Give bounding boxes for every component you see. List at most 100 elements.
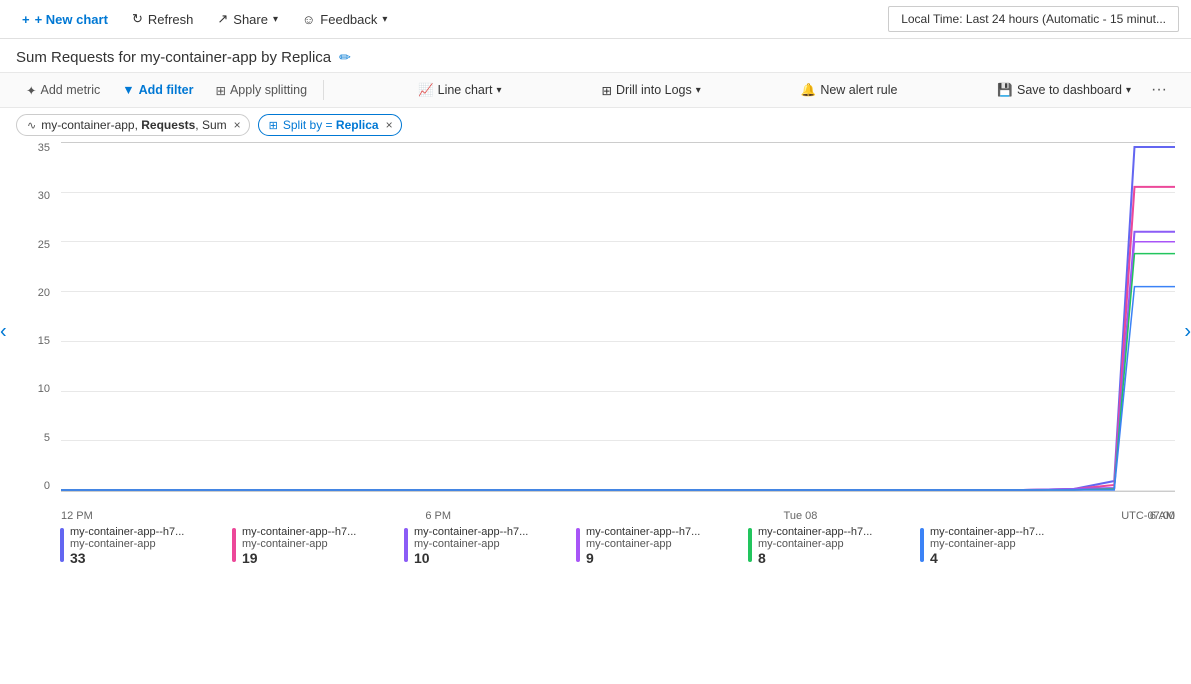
split-icon: ⊞ [215,83,225,98]
legend-sub-4: my-container-app [758,538,872,550]
y-label-15: 15 [22,335,50,347]
legend-name-3: my-container-app--h7... [586,526,700,538]
more-icon: ··· [1151,81,1167,98]
filter-tags-area: ∿ my-container-app, Requests, Sum × ⊞ Sp… [0,108,1191,142]
legend-text-0: my-container-app--h7... my-container-app… [70,526,184,566]
legend-item-3: my-container-app--h7... my-container-app… [576,526,736,566]
save-to-dashboard-button[interactable]: 💾 Save to dashboard ▾ [987,79,1141,102]
edit-icon[interactable]: ✏ [339,49,351,66]
drill-into-logs-button[interactable]: ⊞ Drill into Logs ▾ [592,79,711,102]
legend-area: my-container-app--h7... my-container-app… [0,522,1191,570]
top-toolbar: + + New chart ↻ Refresh ↗ Share ▾ ☺ Feed… [0,0,1191,39]
legend-text-3: my-container-app--h7... my-container-app… [586,526,700,566]
legend-color-3 [576,528,580,562]
new-chart-label: + New chart [35,12,108,27]
split-tag-label: Split by = Replica [283,118,379,132]
filter-icon: ▼ [122,83,134,97]
chart-inner: 0 5 10 15 20 25 30 35 [16,142,1175,522]
feedback-chevron-icon: ▾ [382,14,387,25]
refresh-icon: ↻ [132,11,143,27]
legend-value-1: 19 [242,550,356,566]
legend-value-3: 9 [586,550,700,566]
y-label-25: 25 [22,239,50,251]
feedback-icon: ☺ [302,12,315,27]
line-chart-button[interactable]: 📈 Line chart ▾ [408,79,512,102]
legend-sub-1: my-container-app [242,538,356,550]
legend-value-4: 8 [758,550,872,566]
time-range-label: Local Time: Last 24 hours (Automatic - 1… [901,12,1166,26]
refresh-label: Refresh [148,12,194,27]
x-label-tue08: Tue 08 [784,510,818,522]
legend-name-4: my-container-app--h7... [758,526,872,538]
time-range-button[interactable]: Local Time: Last 24 hours (Automatic - 1… [888,6,1179,32]
line-chart-icon: 📈 [418,83,434,98]
legend-color-0 [60,528,64,562]
share-icon: ↗ [217,11,228,27]
x-label-12pm: 12 PM [61,510,93,522]
y-label-0: 0 [22,480,50,492]
add-filter-button[interactable]: ▼ Add filter [112,79,203,101]
y-label-5: 5 [22,432,50,444]
feedback-label: Feedback [320,12,377,27]
share-button[interactable]: ↗ Share ▾ [207,7,288,31]
legend-name-0: my-container-app--h7... [70,526,184,538]
chart-plot [61,142,1175,492]
alert-icon: 🔔 [801,83,817,98]
legend-name-2: my-container-app--h7... [414,526,528,538]
chart-nav-right-button[interactable]: › [1176,313,1191,352]
split-tag-icon: ⊞ [269,119,278,132]
drill-into-logs-label: Drill into Logs [616,83,692,97]
new-alert-rule-button[interactable]: 🔔 New alert rule [791,79,908,102]
save-chevron-icon: ▾ [1126,85,1131,96]
apply-splitting-button[interactable]: ⊞ Apply splitting [205,79,317,102]
refresh-button[interactable]: ↻ Refresh [122,7,203,31]
feedback-button[interactable]: ☺ Feedback ▾ [292,8,397,31]
toolbar-divider-1 [323,80,324,100]
save-icon: 💾 [997,83,1013,98]
drill-chevron-icon: ▾ [696,85,701,96]
legend-name-1: my-container-app--h7... [242,526,356,538]
add-metric-label: Add metric [40,83,100,97]
legend-color-1 [232,528,236,562]
legend-text-1: my-container-app--h7... my-container-app… [242,526,356,566]
chart-svg [61,142,1175,491]
utc-label: UTC-07:00 [1121,510,1175,522]
legend-sub-3: my-container-app [586,538,700,550]
chart-container: ‹ 0 5 10 15 20 25 30 35 [0,142,1191,522]
legend-item-4: my-container-app--h7... my-container-app… [748,526,908,566]
chart-nav-left-button[interactable]: ‹ [0,313,15,352]
metric-tag-label: my-container-app, Requests, Sum [41,118,226,132]
x-label-6pm: 6 PM [425,510,451,522]
y-label-10: 10 [22,383,50,395]
plus-icon: + [22,12,30,27]
legend-sub-5: my-container-app [930,538,1044,550]
new-chart-button[interactable]: + + New chart [12,8,118,31]
legend-text-5: my-container-app--h7... my-container-app… [930,526,1044,566]
add-metric-button[interactable]: ✦ Add metric [16,79,110,102]
y-label-35: 35 [22,142,50,154]
legend-sub-2: my-container-app [414,538,528,550]
drill-icon: ⊞ [602,83,612,98]
legend-item-2: my-container-app--h7... my-container-app… [404,526,564,566]
more-options-button[interactable]: ··· [1143,77,1175,103]
legend-value-2: 10 [414,550,528,566]
share-label: Share [233,12,268,27]
legend-color-2 [404,528,408,562]
legend-color-5 [920,528,924,562]
add-metric-icon: ✦ [26,83,36,98]
legend-color-4 [748,528,752,562]
line-chart-chevron-icon: ▾ [497,85,502,96]
legend-name-5: my-container-app--h7... [930,526,1044,538]
legend-sub-0: my-container-app [70,538,184,550]
save-to-dashboard-label: Save to dashboard [1017,83,1122,97]
metric-tag-close-button[interactable]: × [234,119,241,131]
y-axis: 0 5 10 15 20 25 30 35 [16,142,56,492]
new-alert-rule-label: New alert rule [820,83,897,97]
legend-text-2: my-container-app--h7... my-container-app… [414,526,528,566]
split-tag-close-button[interactable]: × [386,119,393,131]
legend-value-5: 4 [930,550,1044,566]
add-filter-label: Add filter [139,83,194,97]
metric-tag-icon: ∿ [27,119,36,132]
legend-item-0: my-container-app--h7... my-container-app… [60,526,220,566]
split-filter-tag: ⊞ Split by = Replica × [258,114,402,136]
